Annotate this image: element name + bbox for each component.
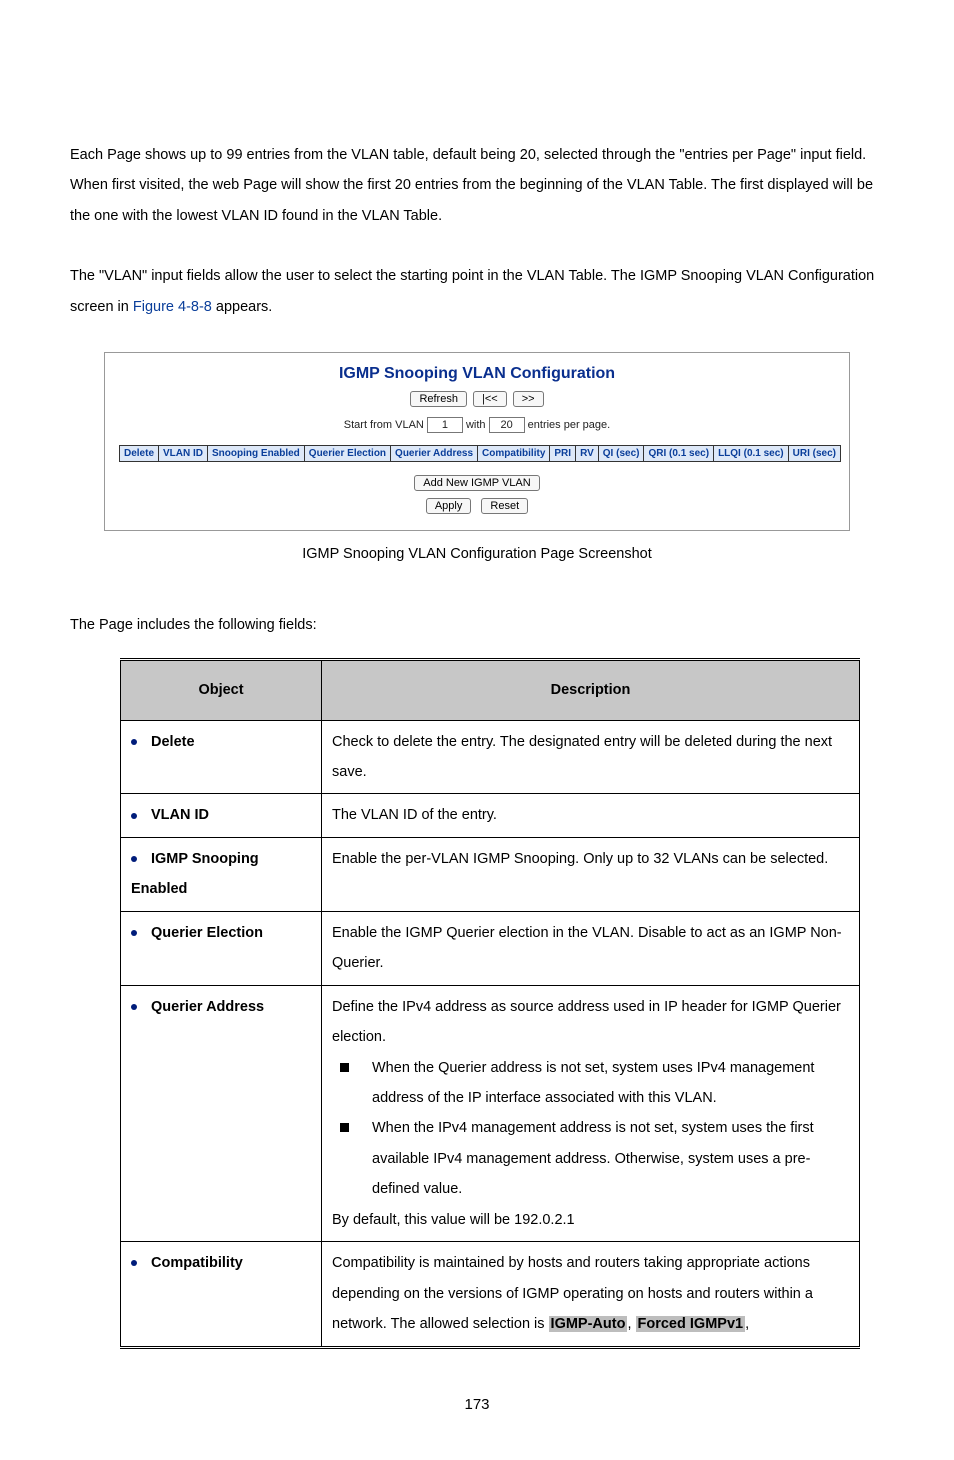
field-row-querier-election: Querier Election Enable the IGMP Querier… <box>121 911 860 985</box>
col-uri: URI (sec) <box>788 446 840 462</box>
col-vlan-id: VLAN ID <box>159 446 208 462</box>
bullet-icon <box>131 1004 137 1010</box>
col-rv: RV <box>576 446 599 462</box>
screenshot-filter-row: Start from VLAN 1 with 20 entries per pa… <box>119 417 835 433</box>
field-object: Querier Election <box>151 925 263 941</box>
field-desc-outro: By default, this value will be 192.0.2.1 <box>332 1205 849 1235</box>
paragraph-2b: appears. <box>212 299 272 315</box>
start-vlan-input[interactable]: 1 <box>427 417 463 433</box>
field-row-vlan-id: VLAN ID The VLAN ID of the entry. <box>121 794 860 837</box>
col-querier-address: Querier Address <box>391 446 478 462</box>
bullet-icon <box>131 1260 137 1266</box>
field-row-compatibility: Compatibility Compatibility is maintaine… <box>121 1242 860 1347</box>
entries-per-page-label: entries per page. <box>528 419 611 431</box>
sub-bullet: When the Querier address is not set, sys… <box>332 1053 849 1114</box>
field-object: Compatibility <box>151 1255 243 1271</box>
field-row-querier-address: Querier Address Define the IPv4 address … <box>121 985 860 1242</box>
field-desc: Enable the IGMP Querier election in the … <box>322 911 860 985</box>
fields-table: Object Description Delete Check to delet… <box>120 658 860 1348</box>
screenshot-title: IGMP Snooping VLAN Configuration <box>119 365 835 383</box>
field-desc-intro: Define the IPv4 address as source addres… <box>332 992 849 1053</box>
square-bullet-icon <box>340 1063 349 1072</box>
start-vlan-label: Start from VLAN <box>344 419 424 431</box>
sub-bullet-text: When the IPv4 management address is not … <box>372 1120 814 1197</box>
figure-reference: Figure 4-8-8 <box>133 299 212 315</box>
field-object: IGMP Snooping Enabled <box>131 851 259 897</box>
field-desc: Define the IPv4 address as source addres… <box>322 985 860 1242</box>
refresh-button[interactable]: Refresh <box>410 391 467 407</box>
col-qi: QI (sec) <box>598 446 644 462</box>
col-qri: QRI (0.1 sec) <box>644 446 714 462</box>
col-compatibility: Compatibility <box>478 446 550 462</box>
fields-intro: The Page includes the following fields: <box>70 610 884 640</box>
fields-header-description: Description <box>322 660 860 720</box>
add-new-vlan-button[interactable]: Add New IGMP VLAN <box>414 475 539 491</box>
with-label: with <box>466 419 486 431</box>
screenshot-nav-row: Refresh |<< >> <box>119 391 835 407</box>
bullet-icon <box>131 813 137 819</box>
compat-sep: , <box>627 1316 635 1332</box>
compat-option: IGMP-Auto <box>549 1316 628 1332</box>
col-querier-election: Querier Election <box>304 446 390 462</box>
first-page-button[interactable]: |<< <box>473 391 507 407</box>
col-snooping-enabled: Snooping Enabled <box>208 446 305 462</box>
field-desc: Enable the per-VLAN IGMP Snooping. Only … <box>322 837 860 911</box>
vlan-config-table: Delete VLAN ID Snooping Enabled Querier … <box>119 445 841 462</box>
fields-header-object: Object <box>121 660 322 720</box>
entries-per-page-input[interactable]: 20 <box>489 417 525 433</box>
field-row-delete: Delete Check to delete the entry. The de… <box>121 720 860 794</box>
paragraph-1: Each Page shows up to 99 entries from th… <box>70 140 884 231</box>
field-object: VLAN ID <box>151 807 209 823</box>
compat-sep: , <box>745 1316 749 1332</box>
page-number: 173 <box>70 1389 884 1421</box>
bullet-icon <box>131 739 137 745</box>
field-desc: Compatibility is maintained by hosts and… <box>322 1242 860 1347</box>
screenshot-panel: IGMP Snooping VLAN Configuration Refresh… <box>104 352 850 531</box>
field-desc: Check to delete the entry. The designate… <box>322 720 860 794</box>
bullet-icon <box>131 856 137 862</box>
next-page-button[interactable]: >> <box>513 391 544 407</box>
col-delete: Delete <box>120 446 159 462</box>
field-desc: The VLAN ID of the entry. <box>322 794 860 837</box>
field-object: Delete <box>151 734 195 750</box>
col-llqi: LLQI (0.1 sec) <box>714 446 789 462</box>
sub-bullet-text: When the Querier address is not set, sys… <box>372 1060 814 1106</box>
field-object: Querier Address <box>151 999 264 1015</box>
apply-button[interactable]: Apply <box>426 498 472 514</box>
reset-button[interactable]: Reset <box>481 498 528 514</box>
square-bullet-icon <box>340 1123 349 1132</box>
sub-bullet: When the IPv4 management address is not … <box>332 1113 849 1204</box>
field-row-snooping-enabled: IGMP Snooping Enabled Enable the per-VLA… <box>121 837 860 911</box>
col-pri: PRI <box>550 446 576 462</box>
bullet-icon <box>131 930 137 936</box>
paragraph-2: The "VLAN" input fields allow the user t… <box>70 261 884 322</box>
compat-option: Forced IGMPv1 <box>636 1316 746 1332</box>
screenshot-caption: IGMP Snooping VLAN Configuration Page Sc… <box>70 539 884 569</box>
